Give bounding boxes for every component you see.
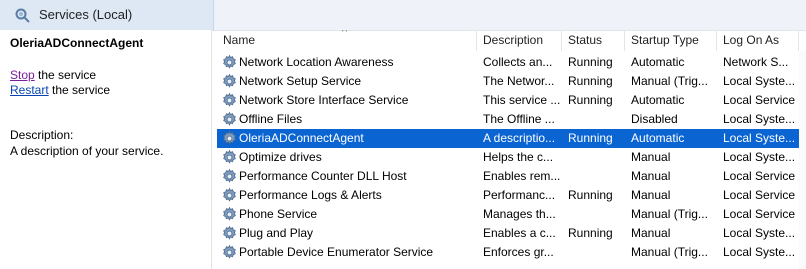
cell-status: Running: [568, 131, 613, 145]
table-header: Name Description Status Startup Type Log…: [217, 30, 806, 51]
column-header-log-on-as[interactable]: Log On As: [717, 30, 799, 51]
cell-log-on-as: Local Service: [723, 207, 796, 221]
cell-startup-type: Manual (Trig...: [631, 245, 708, 259]
cell-startup-type: Manual: [631, 226, 671, 240]
sort-ascending-indicator: ^: [342, 30, 348, 38]
cell-description: Enables rem...: [483, 169, 561, 183]
services-local-tab[interactable]: Services (Local): [0, 0, 214, 31]
table-row[interactable]: Phone Service Manages th... Manual (Trig..…: [217, 205, 799, 224]
table-row[interactable]: Offline Files The Offline ... Disabled Loca…: [217, 110, 799, 129]
restart-suffix: the service: [48, 83, 111, 97]
cell-status: Running: [568, 93, 613, 107]
cell-status: Running: [568, 188, 613, 202]
cell-status: Running: [568, 74, 613, 88]
cell-log-on-as: Local Service: [723, 93, 796, 107]
column-header-startup-type[interactable]: Startup Type: [625, 30, 717, 51]
cell-status: Running: [568, 55, 613, 69]
cell-description: Helps the c...: [483, 150, 554, 164]
cell-name: Phone Service: [239, 207, 318, 221]
cell-name: Optimize drives: [239, 150, 322, 164]
table-row[interactable]: Performance Logs & Alerts Performanc... Ru…: [217, 186, 799, 205]
cell-startup-type: Manual: [631, 188, 671, 202]
cell-description: Enables a c...: [483, 226, 556, 240]
table-row[interactable]: Portable Device Enumerator Service Enforc…: [217, 243, 799, 262]
table-row[interactable]: Network Store Interface Service This serv…: [217, 91, 799, 110]
cell-startup-type: Disabled: [631, 112, 678, 126]
cell-status: [562, 243, 625, 262]
table-row[interactable]: Network Location Awareness Collects an...…: [217, 53, 799, 72]
stop-link[interactable]: Stop: [10, 68, 35, 82]
table-row[interactable]: Optimize drives Helps the c... Manual Local…: [217, 148, 799, 167]
cell-status: [562, 110, 625, 129]
cell-description: Enforces gr...: [483, 245, 554, 259]
cell-name: Network Setup Service: [239, 74, 362, 88]
cell-log-on-as: Local Service: [723, 188, 796, 202]
cell-description: Manages th...: [483, 207, 556, 221]
restart-link[interactable]: Restart: [10, 83, 49, 97]
column-header-status[interactable]: Status: [562, 30, 625, 51]
cell-log-on-as: Local Syste...: [723, 112, 796, 126]
cell-log-on-as: Local Service: [723, 169, 796, 183]
cell-startup-type: Manual (Trig...: [631, 207, 708, 221]
stop-suffix: the service: [34, 68, 97, 82]
cell-description: Performanc...: [483, 188, 556, 202]
cell-description: The Offline ...: [483, 112, 555, 126]
cell-description: A descriptio...: [483, 131, 556, 145]
cell-name: Portable Device Enumerator Service: [239, 245, 434, 259]
cell-description: Collects an...: [483, 55, 553, 69]
cell-startup-type: Automatic: [631, 93, 685, 107]
cell-name: Plug and Play: [239, 226, 314, 240]
cell-log-on-as: Local Syste...: [723, 226, 796, 240]
vertical-scrollbar[interactable]: [799, 51, 806, 269]
cell-description: This service ...: [483, 93, 561, 107]
cell-log-on-as: Local Syste...: [723, 245, 796, 259]
cell-log-on-as: Local Syste...: [723, 150, 796, 164]
cell-startup-type: Manual: [631, 150, 671, 164]
description-text: A description of your service.: [10, 144, 164, 158]
cell-log-on-as: Network S...: [723, 55, 789, 69]
services-table: Name Description Status Startup Type Log…: [217, 30, 806, 269]
table-row[interactable]: Performance Counter DLL Host Enables rem.…: [217, 167, 799, 186]
cell-log-on-as: Local Syste...: [723, 131, 796, 145]
stop-action: Stop the service: [10, 68, 96, 82]
table-row[interactable]: OleriaADConnectAgent A descriptio... Runni…: [217, 129, 799, 148]
cell-startup-type: Manual: [631, 169, 671, 183]
cell-name: Offline Files: [239, 112, 303, 126]
cell-log-on-as: Local Syste...: [723, 74, 796, 88]
restart-action: Restart the service: [10, 83, 110, 97]
cell-startup-type: Automatic: [631, 55, 685, 69]
gear-magnifier-icon: [15, 8, 30, 23]
description-label: Description:: [10, 128, 74, 142]
title-bar: Services (Local): [0, 0, 806, 31]
cell-status: Running: [568, 226, 613, 240]
cell-name: Performance Logs & Alerts: [239, 188, 382, 202]
selected-service-name: OleriaADConnectAgent: [10, 36, 144, 50]
column-header-description[interactable]: Description: [477, 30, 562, 51]
left-pane: OleriaADConnectAgent Stop the service Re…: [0, 30, 212, 269]
cell-name: Performance Counter DLL Host: [239, 169, 407, 183]
cell-status: [562, 205, 625, 224]
table-row[interactable]: Network Setup Service The Networ... Runnin…: [217, 72, 799, 91]
cell-startup-type: Manual (Trig...: [631, 74, 708, 88]
cell-startup-type: Automatic: [631, 131, 685, 145]
cell-name: OleriaADConnectAgent: [239, 131, 364, 145]
cell-status: [562, 148, 625, 167]
cell-name: Network Location Awareness: [239, 55, 394, 69]
cell-status: [562, 167, 625, 186]
cell-description: The Networ...: [483, 74, 555, 88]
cell-name: Network Store Interface Service: [239, 93, 409, 107]
table-row[interactable]: Plug and Play Enables a c... Running Manual…: [217, 224, 799, 243]
window-title: Services (Local): [39, 7, 133, 22]
